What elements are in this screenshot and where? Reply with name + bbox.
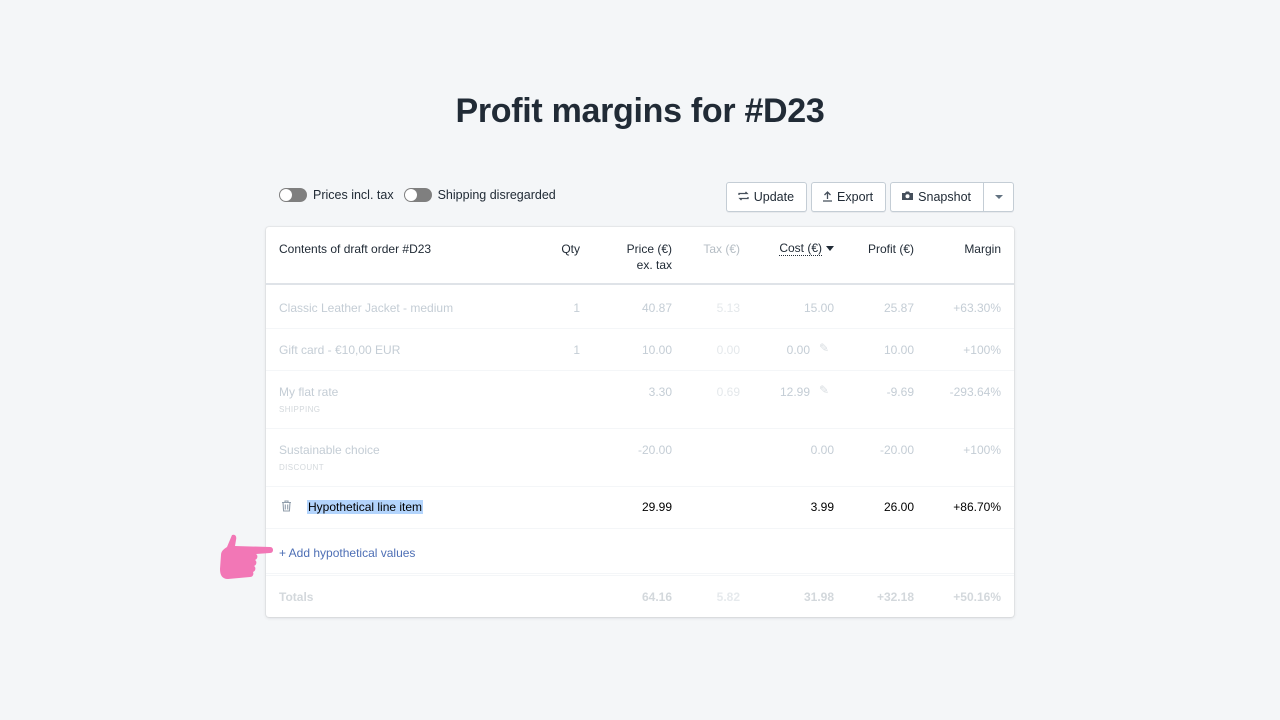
update-label: Update — [753, 190, 795, 204]
item-margin: +100% — [963, 343, 1001, 357]
toggle-shipping-disregarded[interactable]: Shipping disregarded — [403, 188, 556, 202]
item-profit: -20.00 — [879, 443, 914, 457]
item-price: 3.30 — [648, 385, 672, 399]
add-row: + Add hypothetical values — [266, 530, 1014, 574]
item-tax: 5.13 — [716, 301, 740, 315]
trash-icon[interactable] — [281, 500, 292, 512]
header-contents: Contents of draft order #D23 — [279, 242, 432, 256]
pointing-hand-icon — [220, 534, 273, 579]
upload-icon — [822, 190, 833, 205]
header-qty[interactable]: Qty — [561, 241, 580, 257]
totals-row: Totals 64.16 5.82 31.98 +32.18 +50.16% — [266, 575, 1014, 617]
hypothetical-cost[interactable]: 3.99 — [811, 500, 834, 514]
toggle-label: Shipping disregarded — [437, 188, 556, 202]
snapshot-button-group: Snapshot — [890, 182, 1014, 212]
table-row: Gift card - €10,00 EUR 1 10.00 0.00 0.00… — [266, 329, 1014, 371]
item-title: Sustainable choice — [279, 443, 380, 457]
caret-down-icon — [994, 195, 1003, 199]
totals-label: Totals — [279, 590, 314, 604]
hypothetical-name-input[interactable]: Hypothetical line item — [307, 500, 424, 514]
export-button[interactable]: Export — [811, 182, 887, 212]
toggle-switch-icon[interactable] — [403, 188, 432, 202]
item-margin: -293.64% — [949, 385, 1001, 399]
item-name: Gift card - €10,00 EUR — [279, 343, 401, 357]
item-margin: +100% — [963, 443, 1001, 457]
item-cost: 12.99 — [779, 385, 810, 399]
item-title: My flat rate — [279, 385, 339, 399]
toggle-label: Prices incl. tax — [313, 188, 394, 202]
page-title: Profit margins for #D23 — [455, 92, 825, 130]
add-hypothetical-values-link[interactable]: + Add hypothetical values — [279, 546, 415, 560]
item-price: 10.00 — [641, 343, 672, 357]
header-tax[interactable]: Tax (€) — [703, 241, 740, 257]
table-row: My flat rate SHIPPING 3.30 0.69 12.99 ✎ … — [266, 371, 1014, 429]
toggle-group: Prices incl. tax Shipping disregarded — [279, 188, 566, 202]
totals-price: 64.16 — [641, 590, 672, 604]
item-type-label: SHIPPING — [279, 405, 321, 414]
item-type-label: DISCOUNT — [279, 463, 324, 472]
item-price: 40.87 — [641, 301, 672, 315]
totals-tax: 5.82 — [716, 590, 740, 604]
header-margin[interactable]: Margin — [964, 241, 1001, 257]
toolbar: Prices incl. tax Shipping disregarded Up… — [266, 182, 1014, 212]
table-row: Sustainable choice DISCOUNT -20.00 0.00 … — [266, 429, 1014, 487]
item-name: My flat rate SHIPPING — [279, 385, 338, 417]
update-button[interactable]: Update — [725, 182, 808, 212]
hypothetical-margin: +86.70% — [953, 500, 1001, 514]
item-cost: 0.00 — [786, 343, 810, 357]
item-cost: 0.00 — [810, 443, 834, 457]
hypothetical-price[interactable]: 29.99 — [642, 500, 672, 514]
camera-icon — [901, 190, 914, 204]
item-profit: -9.69 — [886, 385, 914, 399]
header-cost-label: Cost (€) — [779, 241, 822, 256]
table-row: Classic Leather Jacket - medium 1 40.87 … — [266, 287, 1014, 329]
header-price[interactable]: Price (€) ex. tax — [627, 241, 672, 273]
toggle-prices-incl-tax[interactable]: Prices incl. tax — [279, 188, 394, 202]
snapshot-button[interactable]: Snapshot — [890, 182, 984, 212]
item-name: Classic Leather Jacket - medium — [279, 301, 454, 315]
totals-profit: +32.18 — [876, 590, 914, 604]
totals-cost: 31.98 — [803, 590, 834, 604]
header-price-line2: ex. tax — [636, 258, 672, 272]
item-name: Sustainable choice DISCOUNT — [279, 443, 380, 475]
snapshot-more-button[interactable] — [984, 182, 1014, 212]
edit-pencil-icon[interactable]: ✎ — [819, 383, 829, 397]
item-profit: 10.00 — [883, 343, 914, 357]
item-margin: +63.30% — [953, 301, 1001, 315]
header-cost[interactable]: Cost (€) — [779, 241, 834, 256]
snapshot-label: Snapshot — [918, 190, 971, 204]
action-buttons: Update Export Snapshot — [722, 182, 1014, 212]
item-cost: 15.00 — [803, 301, 834, 315]
hypothetical-row: Hypothetical line item 29.99 3.99 26.00 … — [266, 487, 1014, 529]
toggle-switch-icon[interactable] — [279, 188, 307, 202]
item-qty: 1 — [573, 301, 580, 315]
item-tax: 0.00 — [716, 343, 740, 357]
item-qty: 1 — [573, 343, 580, 357]
refresh-icon — [737, 190, 750, 205]
header-price-line1: Price (€) — [626, 242, 672, 256]
hypothetical-profit: 26.00 — [883, 500, 914, 514]
totals-margin: +50.16% — [953, 590, 1001, 604]
table-header: Contents of draft order #D23 Qty Price (… — [266, 227, 1014, 285]
export-label: Export — [837, 190, 874, 204]
sort-descending-icon — [826, 246, 834, 251]
page: Profit margins for #D23 Prices incl. tax… — [0, 0, 1280, 720]
item-profit: 25.87 — [883, 301, 914, 315]
header-profit[interactable]: Profit (€) — [868, 241, 914, 257]
profit-table: Contents of draft order #D23 Qty Price (… — [266, 227, 1014, 617]
edit-pencil-icon[interactable]: ✎ — [819, 341, 829, 355]
item-tax: 0.69 — [716, 385, 740, 399]
hypothetical-name: Hypothetical line item — [307, 500, 424, 514]
item-price: -20.00 — [637, 443, 672, 457]
